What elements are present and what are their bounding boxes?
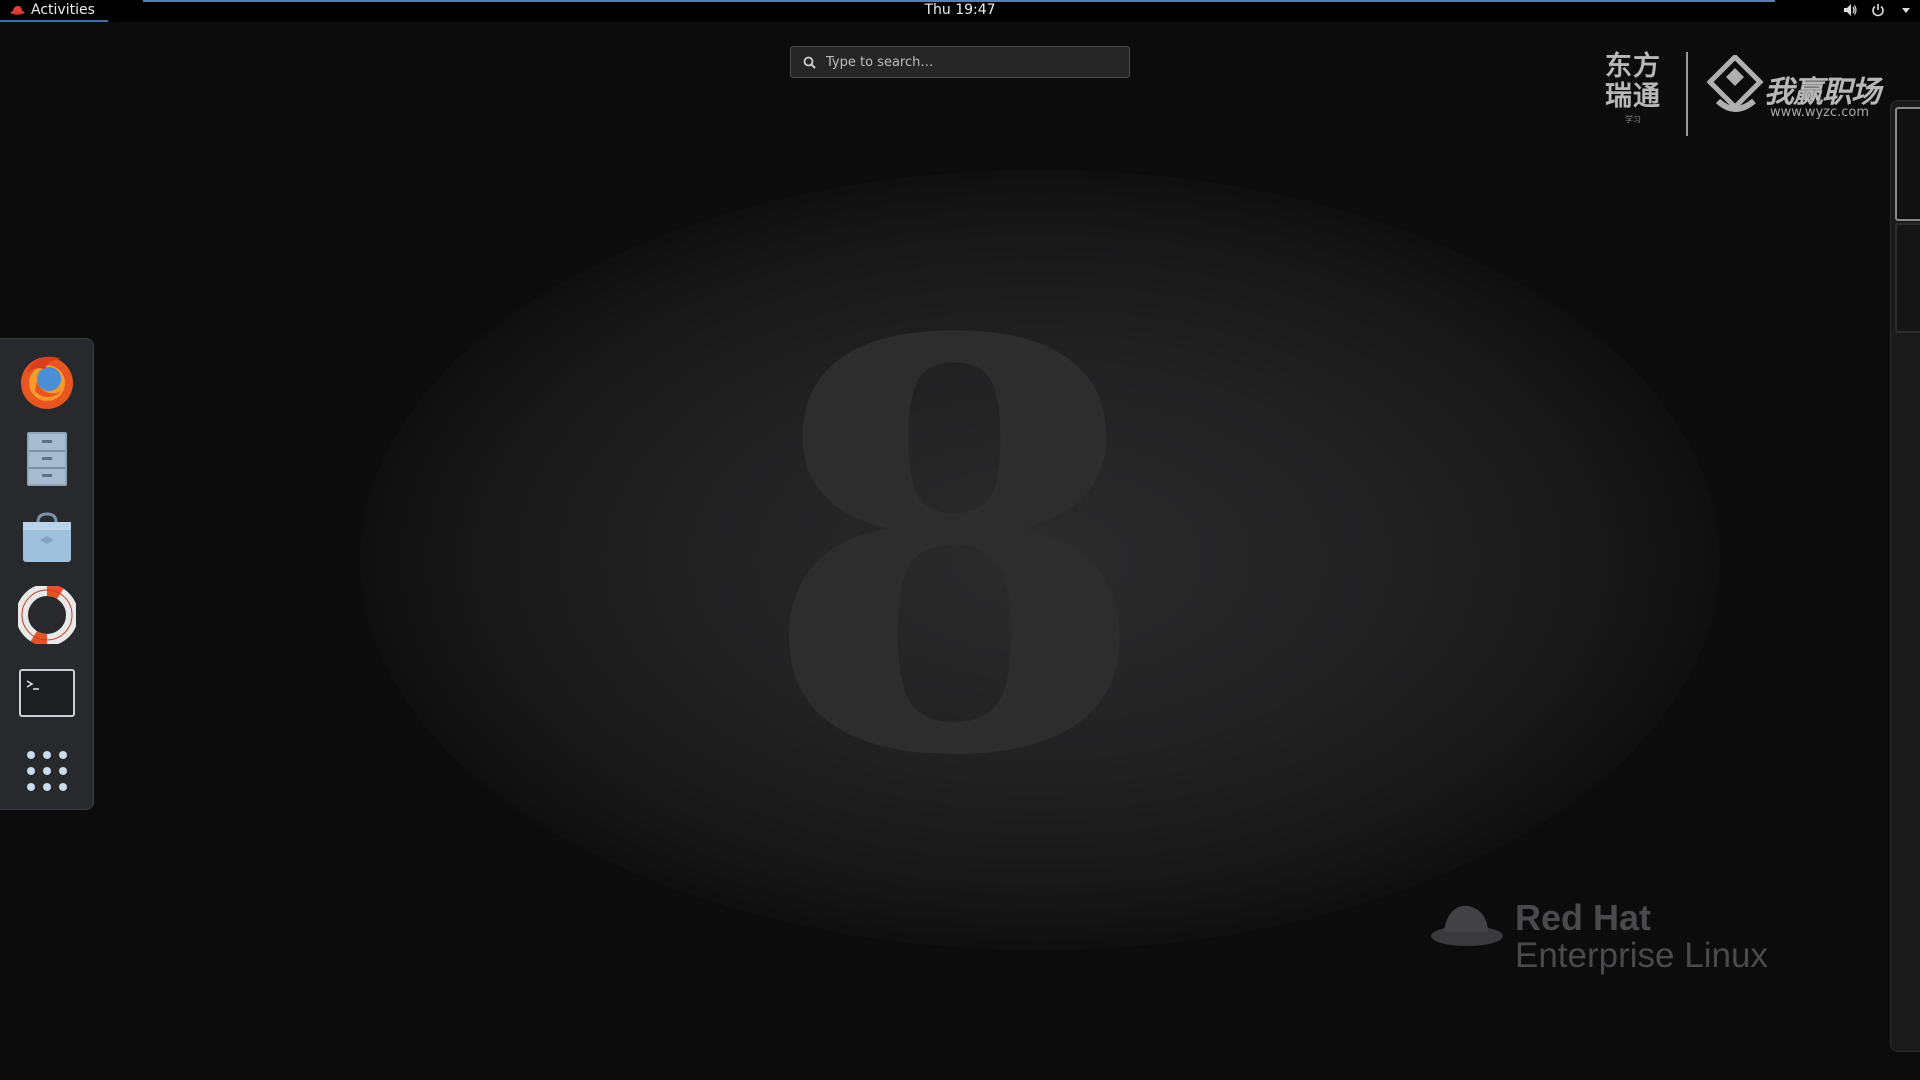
file-cabinet-icon [27, 432, 67, 486]
watermark-diamond-icon [1706, 55, 1764, 112]
desktop-wallpaper: 8 Red Hat Enterprise Linux [0, 0, 1920, 1080]
dash-item-show-applications[interactable] [15, 739, 79, 803]
watermark-left-sub: 学习 [1625, 115, 1641, 124]
watermark-url: www.wyzc.com [1770, 105, 1870, 120]
volume-icon[interactable] [1842, 2, 1858, 18]
dash-item-terminal[interactable] [15, 661, 79, 725]
red-hat-logo-icon [1431, 905, 1503, 946]
workspace-switcher [1890, 100, 1920, 1052]
red-hat-wordmark: Red Hat Enterprise Linux [1515, 897, 1768, 975]
power-icon[interactable] [1870, 2, 1886, 18]
software-bag-icon [23, 512, 71, 562]
lifebuoy-icon [18, 586, 76, 644]
firefox-icon [21, 356, 73, 409]
search-icon [803, 56, 816, 69]
dash-panel [0, 338, 94, 810]
search-input[interactable] [826, 54, 1106, 70]
watermark-divider [1686, 52, 1688, 136]
activities-button[interactable]: Activities [0, 0, 108, 22]
dash-item-software[interactable] [15, 505, 79, 569]
brand-line1: Red Hat [1515, 897, 1652, 938]
dash-item-firefox[interactable] [15, 349, 79, 413]
workspace-thumbnail-1[interactable] [1895, 107, 1920, 221]
watermark-left-text: 东方 瑞通 [1605, 51, 1661, 112]
watermark-logo-left: 东方 瑞通 学习 [1598, 52, 1668, 125]
workspace-thumbnail-2[interactable] [1895, 223, 1920, 333]
system-tray[interactable] [1842, 2, 1914, 18]
activities-label: Activities [31, 2, 95, 18]
brand-line2: Enterprise Linux [1515, 936, 1768, 975]
clock-label[interactable]: Thu 19:47 [924, 2, 995, 18]
dropdown-arrow-icon[interactable] [1898, 2, 1914, 18]
dash-item-files[interactable] [15, 427, 79, 491]
clock-container: Thu 19:47 [0, 2, 1920, 18]
top-bar: Activities Thu 19:47 [0, 0, 1920, 22]
search-entry[interactable] [790, 46, 1130, 78]
dash-item-help[interactable] [15, 583, 79, 647]
wallpaper-version-digit: 8 [760, 221, 1150, 879]
red-hat-mini-icon [10, 6, 25, 15]
app-grid-icon [27, 751, 67, 791]
terminal-icon [19, 669, 75, 717]
